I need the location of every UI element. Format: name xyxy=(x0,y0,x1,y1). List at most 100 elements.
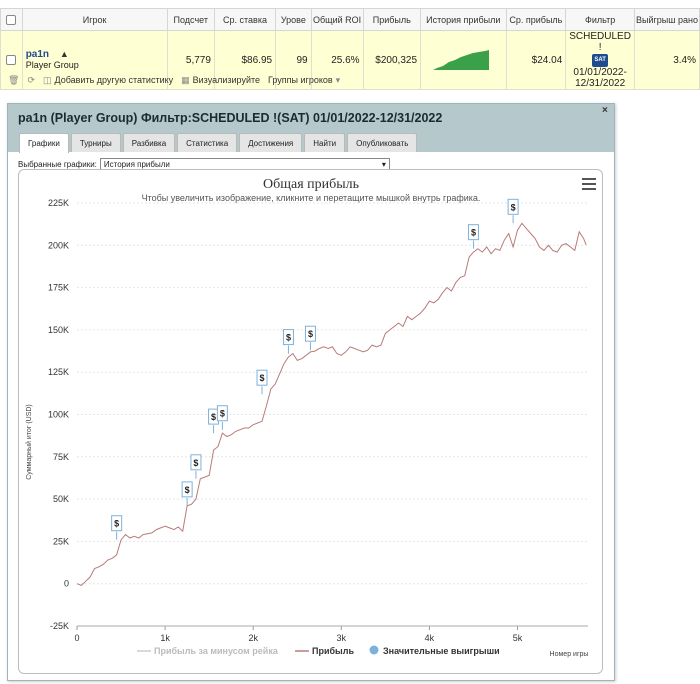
legend-wins-label[interactable]: Значительные выигрыши xyxy=(383,646,500,656)
win-marker-symbol: $ xyxy=(286,333,291,343)
chevron-down-icon: ▾ xyxy=(381,159,386,169)
col-header-count[interactable]: Подсчет xyxy=(166,8,215,31)
y-tick-label: 175K xyxy=(48,283,69,293)
filter-name: SCHEDULED ! xyxy=(569,31,631,54)
refresh-button[interactable]: ⟳ xyxy=(27,75,35,86)
x-tick-label: 2k xyxy=(248,633,258,643)
win-marker-symbol: $ xyxy=(308,329,313,339)
y-tick-label: -25K xyxy=(50,621,69,631)
dialog-header: pa1n (Player Group) Фильтр:SCHEDULED !(S… xyxy=(8,104,614,153)
chart-subtitle: Чтобы увеличить изображение, кликните и … xyxy=(142,193,481,203)
table-toolbar: 🗑 ⟳ ◫ Добавить другую статистику ▦ Визуали… xyxy=(0,72,700,88)
close-icon[interactable]: × xyxy=(602,105,608,116)
stats-panel: Игрок Подсчет Ср. ставка Урове Общий ROI… xyxy=(0,0,700,90)
significant-win-marker[interactable]: $ xyxy=(507,198,519,224)
chart-select-value: История прибыли xyxy=(103,159,170,169)
col-header-early-win[interactable]: Выйгрыш рано xyxy=(633,8,700,31)
col-header-avg-profit[interactable]: Ср. прибыль xyxy=(505,8,567,31)
player-name-link[interactable]: pa1n xyxy=(26,49,49,60)
win-marker-symbol: $ xyxy=(211,412,216,422)
y-tick-label: 100K xyxy=(48,410,69,420)
tab-achievements[interactable]: Достижения xyxy=(239,133,303,152)
add-stat-label: Добавить другую статистику xyxy=(54,75,174,85)
win-marker-symbol: $ xyxy=(193,458,198,468)
x-tick-label: 1k xyxy=(160,633,170,643)
visualize-button[interactable]: ▦ Визуализируйте xyxy=(181,75,260,86)
col-header-level[interactable]: Урове xyxy=(275,8,312,31)
x-tick-label: 5k xyxy=(513,633,523,643)
chevron-down-icon: ▾ xyxy=(335,74,341,85)
significant-win-marker[interactable]: $ xyxy=(216,405,228,430)
x-tick-label: 3k xyxy=(337,633,347,643)
sparkline-area xyxy=(433,49,490,70)
visualize-label: Визуализируйте xyxy=(192,75,261,85)
y-tick-label: 150K xyxy=(48,325,69,335)
profit-sparkline[interactable] xyxy=(433,48,493,70)
col-header-filter[interactable]: Фильтр xyxy=(565,8,635,31)
tab-find[interactable]: Найти xyxy=(304,133,346,152)
profit-series-line[interactable] xyxy=(76,222,587,586)
delete-button[interactable]: 🗑 xyxy=(8,75,19,86)
grid-lines xyxy=(76,202,588,630)
chart-legend: Прибыль за минусом рейка Прибыль Значите… xyxy=(137,645,500,656)
x-tick-label: 0 xyxy=(74,633,79,643)
significant-win-marker[interactable]: $ xyxy=(111,515,123,540)
significant-win-marker[interactable]: $ xyxy=(304,325,316,351)
refresh-icon: ⟳ xyxy=(27,74,35,85)
tab-publish[interactable]: Опубликовать xyxy=(347,133,418,152)
win-marker-symbol: $ xyxy=(114,519,119,529)
significant-win-marker[interactable]: $ xyxy=(190,454,202,479)
col-header-roi[interactable]: Общий ROI xyxy=(310,8,364,31)
dialog-tabs: Графики Турниры Разбивка Статистика Дост… xyxy=(19,133,418,153)
dialog-title: pa1n (Player Group) Фильтр:SCHEDULED !(S… xyxy=(18,111,443,125)
x-tick-label: 4k xyxy=(425,633,435,643)
col-header-avg-stake[interactable]: Ср. ставка xyxy=(213,8,277,31)
y-tick-label: 75K xyxy=(53,452,69,462)
significant-win-marker[interactable]: $ xyxy=(181,481,193,506)
tab-tournaments[interactable]: Турниры xyxy=(70,133,121,152)
win-marker-symbol: $ xyxy=(471,228,476,238)
row-checkbox[interactable] xyxy=(6,54,17,65)
col-header-profit[interactable]: Прибыль xyxy=(362,8,422,31)
player-groups-label: Группы игроков xyxy=(268,75,333,85)
chart-title: Общая прибыль xyxy=(263,177,359,192)
legend-rake-label[interactable]: Прибыль за минусом рейка xyxy=(154,646,279,656)
win-marker-symbol: $ xyxy=(511,202,516,212)
x-axis-label: Номер игры xyxy=(550,651,589,658)
sat-badge: SAT xyxy=(592,54,608,67)
player-group-label: Player Group xyxy=(25,60,79,70)
trash-icon: 🗑 xyxy=(8,74,20,85)
tab-breakdown[interactable]: Разбивка xyxy=(122,133,176,152)
chart-container[interactable]: Общая прибыль Чтобы увеличить изображени… xyxy=(18,169,603,674)
player-groups-dropdown[interactable]: Группы игроков ▾ xyxy=(268,75,340,86)
significant-wins-markers[interactable]: $ $ $ $ $ $ $ $ $ $ xyxy=(111,198,519,540)
x-axis-ticks: 0 1k 2k 3k 4k 5k xyxy=(74,633,522,643)
y-axis-ticks: -25K 0 25K 50K 75K 100K 125K 150K 175K 200K 225K xyxy=(48,198,69,631)
image-icon: ▦ xyxy=(181,74,190,85)
win-marker-symbol: $ xyxy=(185,485,190,495)
col-header-profit-history[interactable]: История прибыли xyxy=(420,8,507,31)
y-tick-label: 200K xyxy=(48,240,69,250)
y-tick-label: 0 xyxy=(64,579,69,589)
tab-statistics[interactable]: Статистика xyxy=(177,133,238,152)
tab-charts[interactable]: Графики xyxy=(19,133,69,153)
col-header-player[interactable]: Игрок xyxy=(21,8,168,31)
win-marker-symbol: $ xyxy=(260,373,265,383)
y-axis-label: Суммарный итог (USD) xyxy=(25,404,33,480)
y-tick-label: 25K xyxy=(53,536,69,546)
y-tick-label: 125K xyxy=(48,367,69,377)
significant-win-marker[interactable]: $ xyxy=(256,369,268,395)
legend-wins-swatch xyxy=(369,645,379,655)
significant-win-marker[interactable]: $ xyxy=(282,329,294,354)
legend-profit-label[interactable]: Прибыль xyxy=(312,646,354,656)
y-tick-label: 50K xyxy=(53,494,69,504)
add-stat-button[interactable]: ◫ Добавить другую статистику xyxy=(43,75,173,86)
select-all-cell[interactable] xyxy=(0,8,23,31)
y-tick-label: 225K xyxy=(48,198,69,208)
select-all-checkbox[interactable] xyxy=(6,14,17,25)
table-header: Игрок Подсчет Ср. ставка Урове Общий ROI… xyxy=(0,8,700,31)
profit-chart[interactable]: Общая прибыль Чтобы увеличить изображени… xyxy=(19,170,603,674)
chart-selector-label: Выбранные графики: xyxy=(18,159,97,169)
player-avatar-icon: ▲ xyxy=(59,49,69,59)
win-marker-symbol: $ xyxy=(220,409,225,419)
